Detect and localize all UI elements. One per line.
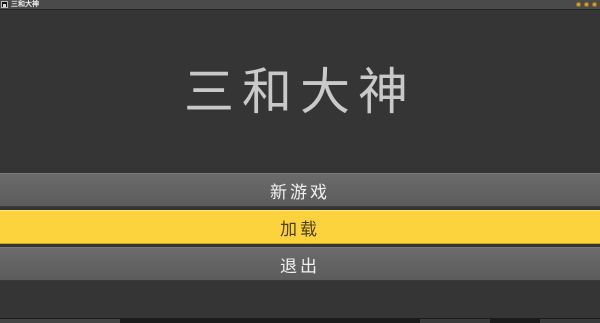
window-title: 三和大神 (11, 0, 39, 8)
exit-button[interactable]: 退出 (0, 247, 600, 281)
game-title: 三和大神 (184, 63, 416, 121)
taskbar-segment (420, 319, 490, 323)
taskbar-segment (540, 319, 600, 323)
maximize-button[interactable] (584, 2, 589, 7)
game-window: 三和大神 三和大神 新游戏 加载 退出 (0, 0, 600, 323)
new-game-button[interactable]: 新游戏 (0, 173, 600, 207)
load-button[interactable]: 加载 (0, 210, 600, 244)
minimize-button[interactable] (576, 2, 581, 7)
taskbar-strip (0, 318, 600, 323)
close-button[interactable] (592, 2, 597, 7)
window-controls (576, 2, 597, 8)
app-icon (1, 1, 8, 8)
main-menu: 新游戏 加载 退出 (0, 173, 600, 284)
window-titlebar[interactable]: 三和大神 (0, 0, 600, 10)
taskbar-segment (0, 319, 120, 323)
